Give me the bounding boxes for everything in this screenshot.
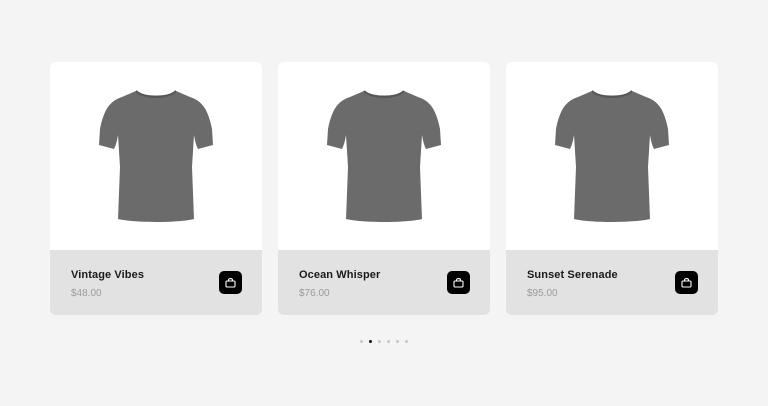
- product-price: $95.00: [527, 288, 558, 299]
- product-card[interactable]: Vintage Vibes $48.00: [50, 62, 262, 315]
- product-card[interactable]: Sunset Serenade $95.00: [506, 62, 718, 315]
- add-to-cart-button[interactable]: [447, 271, 470, 294]
- product-name[interactable]: Ocean Whisper: [299, 269, 469, 281]
- product-price: $48.00: [71, 288, 102, 299]
- tshirt-icon: [555, 90, 669, 222]
- add-to-cart-button[interactable]: [219, 271, 242, 294]
- pagination-dot[interactable]: [405, 340, 408, 343]
- product-card[interactable]: Ocean Whisper $76.00: [278, 62, 490, 315]
- pagination-dot-active[interactable]: [369, 340, 372, 343]
- shopping-bag-icon: [681, 277, 692, 288]
- pagination-dot[interactable]: [387, 340, 390, 343]
- product-image[interactable]: [50, 62, 262, 250]
- product-price: $76.00: [299, 288, 330, 299]
- product-info: Vintage Vibes $48.00: [50, 250, 262, 315]
- product-info: Sunset Serenade $95.00: [506, 250, 718, 315]
- add-to-cart-button[interactable]: [675, 271, 698, 294]
- product-image[interactable]: [278, 62, 490, 250]
- product-carousel: Vintage Vibes $48.00 Ocean Whisper $76.0…: [50, 62, 718, 315]
- pagination-dot[interactable]: [378, 340, 381, 343]
- product-info: Ocean Whisper $76.00: [278, 250, 490, 315]
- product-image[interactable]: [506, 62, 718, 250]
- pagination-dot[interactable]: [360, 340, 363, 343]
- carousel-pagination: [0, 340, 768, 343]
- shopping-bag-icon: [225, 277, 236, 288]
- product-name[interactable]: Vintage Vibes: [71, 269, 241, 281]
- tshirt-icon: [327, 90, 441, 222]
- tshirt-icon: [99, 90, 213, 222]
- pagination-dot[interactable]: [396, 340, 399, 343]
- product-name[interactable]: Sunset Serenade: [527, 269, 697, 281]
- shopping-bag-icon: [453, 277, 464, 288]
